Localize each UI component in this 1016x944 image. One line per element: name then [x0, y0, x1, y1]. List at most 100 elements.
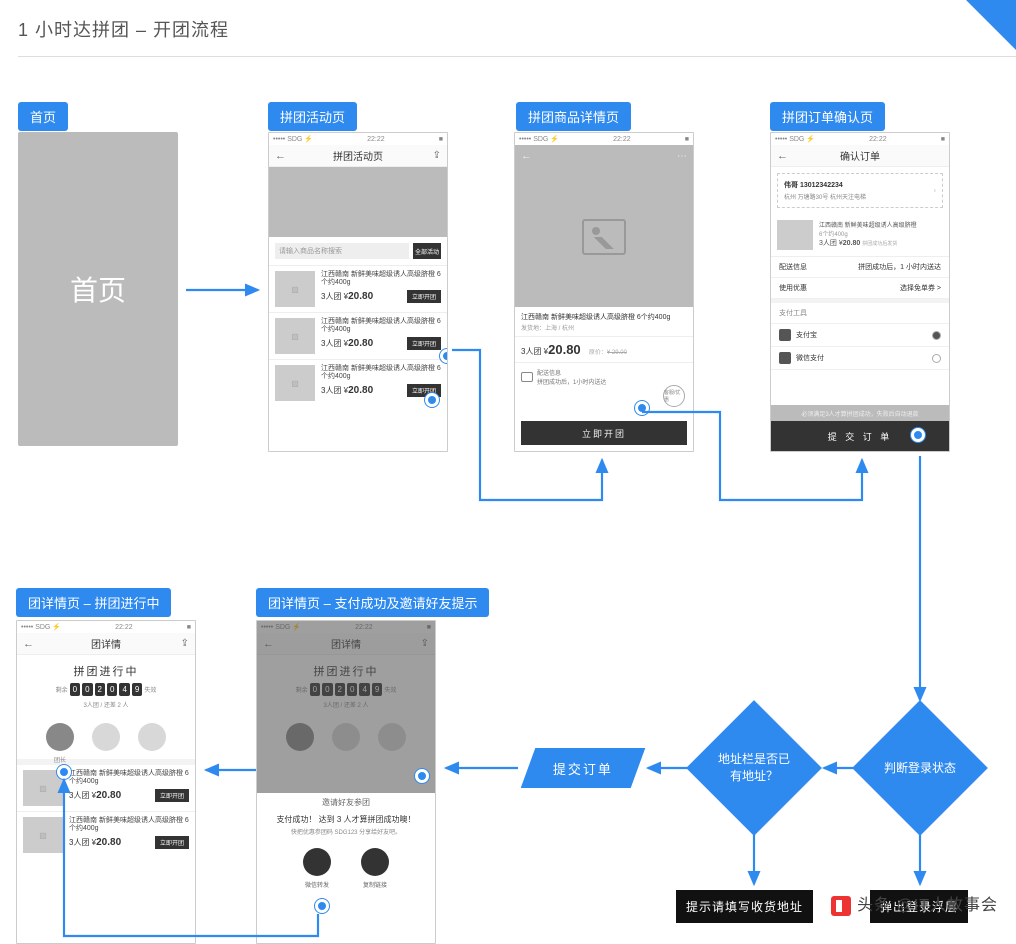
item-price: 3人团 ¥20.80 [321, 385, 373, 396]
avatar-empty [138, 723, 166, 751]
item-price: 3人团 ¥20.80 [321, 338, 373, 349]
pay-wechat[interactable]: 微信支付 [771, 347, 949, 370]
order-item-name: 江西赣南 新鲜美味超级诱人高级脐橙 [819, 220, 943, 229]
status-bar: ••••• SDG ⚡ 22:22 ■ [515, 133, 693, 145]
label-confirm: 拼团订单确认页 [770, 102, 885, 131]
avatar-empty [92, 723, 120, 751]
item-name: 江西赣南 新鲜美味超级诱人高级脐橙 6个约400g [321, 271, 441, 288]
flow-anchor-dot [440, 349, 448, 363]
open-group-cta[interactable]: 立即开团 [521, 421, 687, 445]
list-item[interactable]: ▧ 江西赣南 新鲜美味超级诱人高级脐橙 6个约400g 3人团 ¥20.80 立… [17, 811, 195, 858]
invite-title: 邀请好友参团 [257, 793, 435, 812]
navbar: ← ⋯ [515, 145, 693, 167]
item-name: 江西赣南 新鲜美味超级诱人高级脐橙 6个约400g [69, 770, 189, 787]
logo-icon [831, 896, 851, 916]
screen-confirm: ••••• SDG ⚡22:22■ ← 确认订单 伟哥 13012342234 … [770, 132, 950, 452]
item-name: 江西赣南 新鲜美味超级诱人高级脐橙 6个约400g [321, 365, 441, 382]
home-placeholder-text: 首页 [70, 269, 126, 309]
watermark: 头条 @IT人故事会 [831, 891, 998, 916]
back-icon[interactable]: ← [521, 150, 532, 162]
share-icon[interactable]: ⇪ [433, 150, 441, 161]
flow-anchor-dot [57, 765, 71, 779]
list-item[interactable]: ▧ 江西赣南 新鲜美味超级诱人高级脐橙 6个约400g 3人团 ¥20.80 立… [269, 359, 447, 406]
invite-msg: 支付成功！ 达到 3 人才算拼团成功噢！ [257, 812, 435, 827]
status-carrier: ••••• SDG ⚡ [273, 135, 313, 143]
flow-anchor-dot [415, 769, 429, 783]
banner-placeholder [269, 167, 447, 237]
copy-link-button[interactable]: 复制链接 [361, 848, 389, 876]
thumb-placeholder: ▧ [275, 365, 315, 401]
label-home: 首页 [18, 102, 68, 131]
navbar-title: 团详情 [91, 636, 121, 651]
divider [18, 56, 1016, 57]
label-activity: 拼团活动页 [268, 102, 357, 131]
member-avatars: 团长 [17, 715, 195, 759]
list-item[interactable]: ▧ 江西赣南 新鲜美味超级诱人高级脐橙 6个约400g 3人团 ¥20.80 立… [17, 759, 195, 811]
status-battery: ■ [439, 136, 443, 143]
alipay-icon [779, 329, 791, 341]
invite-sub: 快把优惠参团码 SDG123 分享给好友吧。 [257, 827, 435, 836]
share-icon[interactable]: ⇪ [181, 638, 189, 649]
thumb-placeholder: ▧ [23, 817, 63, 853]
flow-anchor-dot [911, 428, 925, 442]
thumb-placeholder: ▧ [275, 318, 315, 354]
radio-selected-icon [932, 331, 941, 340]
group-rule-notice: 必须满足3人才算拼团成功，失败后自动退款 [771, 405, 949, 421]
address-block[interactable]: 伟哥 13012342234 杭州 万塘路30号 杭州天注电梯 › [777, 173, 943, 208]
open-group-button[interactable]: 立即开团 [155, 836, 189, 849]
open-group-button[interactable]: 立即开团 [155, 789, 189, 802]
page-title: 1 小时达拼团 – 开团流程 [18, 16, 229, 42]
product-price: 3人团 ¥20.80 原价：¥ 29.00 [515, 337, 693, 362]
search-input[interactable]: 请输入商品名称搜索 [275, 243, 409, 259]
image-icon [582, 219, 626, 255]
back-icon[interactable]: ← [275, 150, 286, 162]
navbar: ← 拼团活动页 ⇪ [269, 145, 447, 167]
open-group-button[interactable]: 立即开团 [407, 337, 441, 350]
screen-product: ••••• SDG ⚡ 22:22 ■ ← ⋯ 江西赣南 新鲜美味超级诱人高级脐… [514, 132, 694, 452]
ship-text: 拼团成功后，1小时内送达 [537, 377, 606, 386]
home-placeholder: 首页 [18, 132, 178, 446]
screen-group-success: ••••• SDG ⚡22:22■ ← 团详情 ⇪ 拼团进行中 剩余 00 20… [256, 620, 436, 944]
search-bar: 请输入商品名称搜索 全部活动 [269, 237, 447, 265]
list-item[interactable]: ▧ 江西赣南 新鲜美味超级诱人高级脐橙 6个约400g 3人团 ¥20.80 立… [269, 312, 447, 359]
screen-activity: ••••• SDG ⚡ 22:22 ■ ← 拼团活动页 ⇪ 请输入商品名称搜索 … [268, 132, 448, 452]
addr-detail: 杭州 万塘路30号 杭州天注电梯 [784, 192, 936, 201]
page-corner-tag: P3 [966, 0, 1016, 50]
flow-submit: 提交订单 [521, 748, 646, 788]
more-icon[interactable]: ⋯ [677, 151, 687, 162]
label-group-progress: 团详情页 – 拼团进行中 [16, 588, 171, 617]
pay-alipay[interactable]: 支付宝 [771, 324, 949, 347]
addr-name: 伟哥 13012342234 [784, 180, 936, 190]
open-group-button[interactable]: 立即开团 [407, 290, 441, 303]
order-item-spec: 6个约400g [819, 229, 943, 238]
truck-icon [521, 372, 533, 382]
share-wechat-button[interactable]: 微信转发 [303, 848, 331, 876]
product-name: 江西赣南 新鲜美味超级诱人高级脐橙 6个约400g [515, 307, 693, 323]
screen-group-progress: ••••• SDG ⚡22:22■ ← 团详情 ⇪ 拼团进行中 剩余 00 20… [16, 620, 196, 944]
group-count: 3人团 / 还差 2 人 [17, 700, 195, 709]
status-bar: ••••• SDG ⚡ 22:22 ■ [269, 133, 447, 145]
item-name: 江西赣南 新鲜美味超级诱人高级脐橙 6个约400g [321, 318, 441, 335]
list-item[interactable]: ▧ 江西赣南 新鲜美味超级诱人高级脐橙 6个约400g 3人团 ¥20.80 立… [269, 265, 447, 312]
back-icon[interactable]: ← [777, 150, 788, 162]
label-product: 拼团商品详情页 [516, 102, 631, 131]
group-status: 拼团进行中 剩余 00 20 49 失效 3人团 / 还差 2 人 [17, 655, 195, 715]
cs-icon[interactable]: 客服/优惠 [663, 385, 685, 407]
flow-need-addr: 提示请填写收货地址 [676, 890, 813, 923]
radio-icon [932, 354, 941, 363]
flow-check-login: 判断登录状态 [852, 700, 988, 836]
group-state: 拼团进行中 [17, 663, 195, 679]
avatar-leader: 团长 [46, 723, 74, 751]
kv-coupon[interactable]: 使用优惠选择免单券 > [771, 278, 949, 299]
filter-button[interactable]: 全部活动 [413, 243, 441, 259]
ship-title: 配送信息 [537, 368, 606, 377]
status-bar: ••••• SDG ⚡22:22■ [771, 133, 949, 145]
flow-anchor-dot [635, 401, 649, 415]
back-icon[interactable]: ← [23, 638, 34, 650]
navbar: ← 确认订单 [771, 145, 949, 167]
order-item: 江西赣南 新鲜美味超级诱人高级脐橙 6个约400g 3人团 ¥20.80 拼团成… [771, 214, 949, 257]
flow-anchor-dot [315, 899, 329, 913]
navbar-title: 拼团活动页 [333, 148, 383, 163]
status-time: 22:22 [367, 136, 385, 143]
countdown: 剩余 00 20 49 失效 [17, 683, 195, 696]
